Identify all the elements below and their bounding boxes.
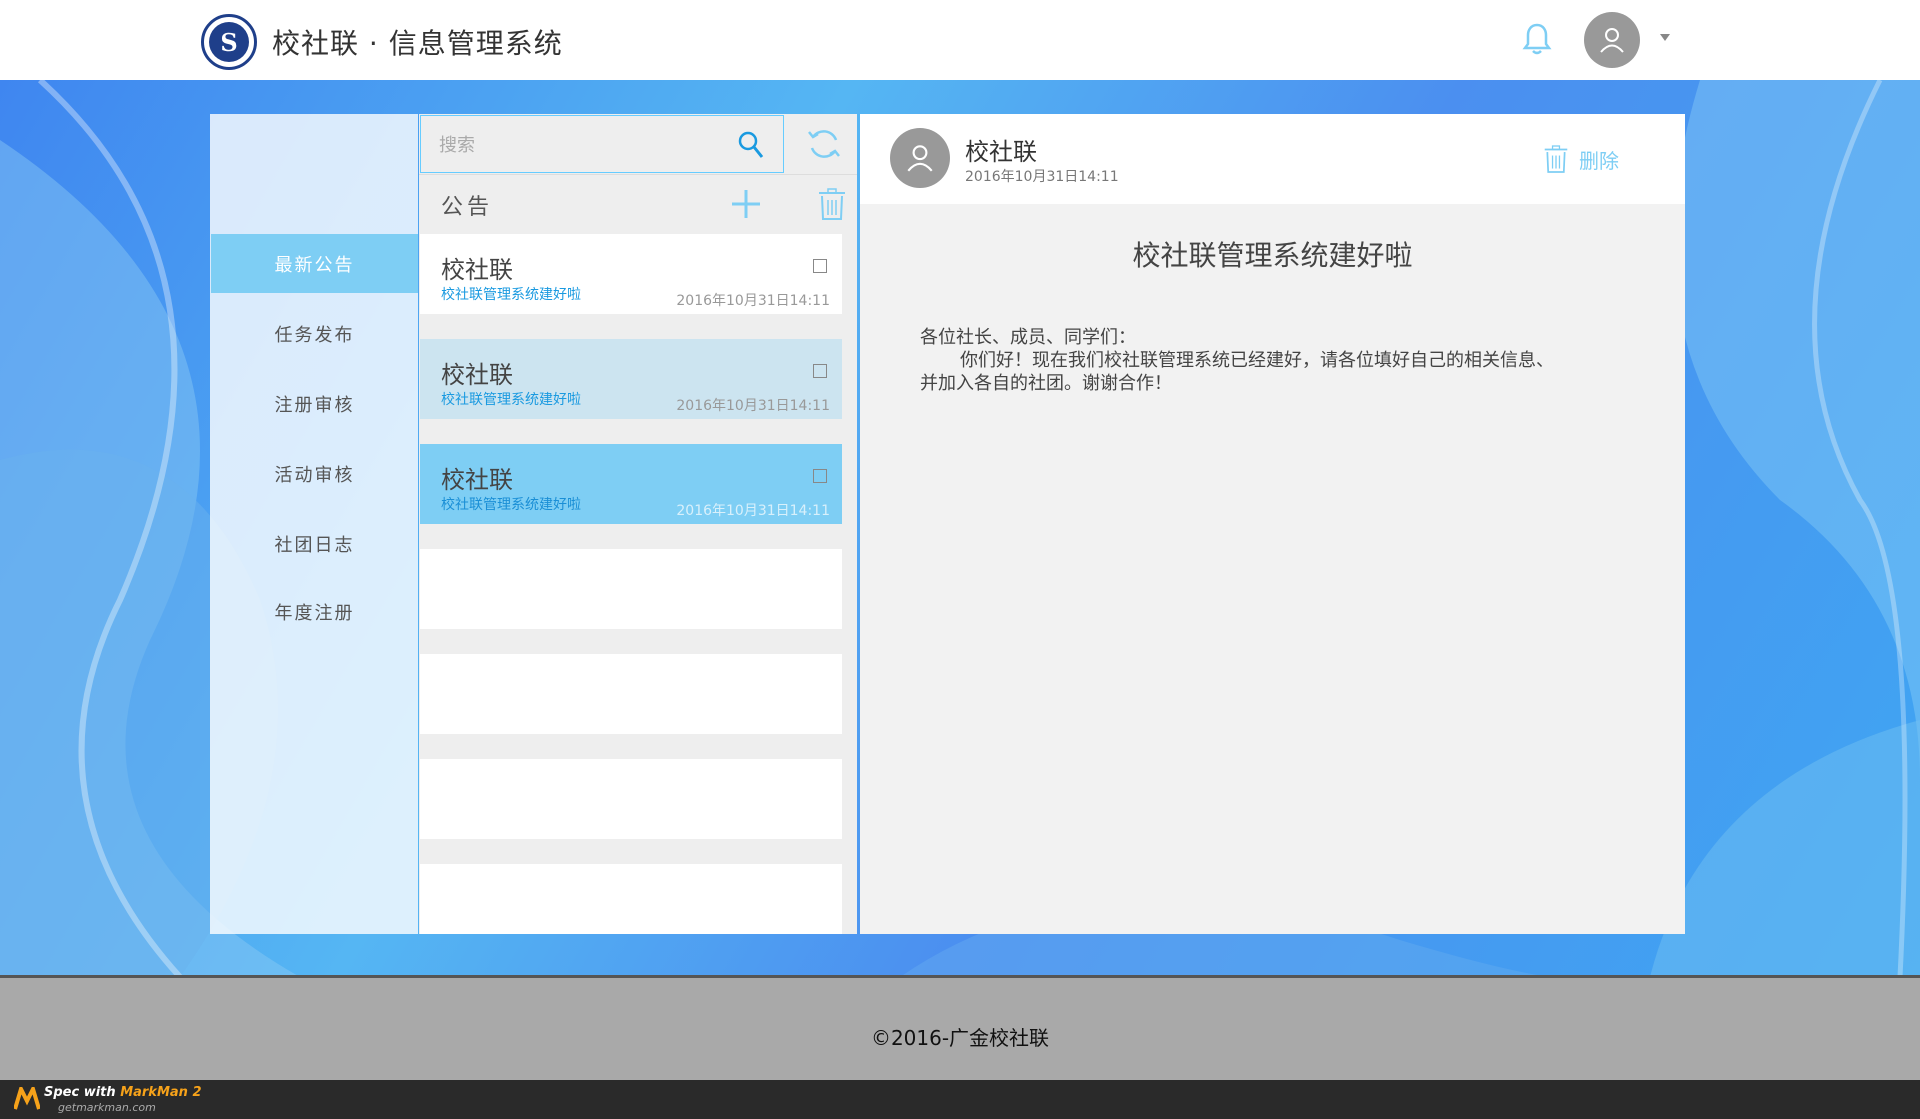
detail-title: 校社联管理系统建好啦 [1132, 239, 1413, 272]
item-checkbox[interactable] [813, 259, 827, 273]
item-time: 2016年10月31日14:11 [676, 293, 830, 309]
top-header: S 校社联 · 信息管理系统 [0, 0, 1920, 80]
search-icon[interactable] [737, 130, 765, 160]
item-title: 校社联 [441, 361, 513, 389]
detail-body: 各位社长、成员、同学们： 你们好！现在我们校社联管理系统已经建好，请各位填好自己… [920, 326, 1640, 395]
watermark-url: getmarkman.com [58, 1101, 156, 1114]
list-item[interactable]: 校社联 校社联管理系统建好啦 2016年10月31日14:11 [420, 444, 842, 524]
item-checkbox[interactable] [813, 469, 827, 483]
announcement-detail: 校社联 2016年10月31日14:11 删除 校社联管理系统建好啦 各位社长、… [860, 114, 1685, 934]
add-icon[interactable] [729, 187, 763, 221]
announcement-list-column: 公告 校社联 校社联管理系统建好啦 2016年10月31日14:11 [419, 114, 1067, 934]
detail-time: 2016年10月31日14:11 [965, 169, 1119, 185]
sidebar-item-activity-review[interactable]: 活动审核 [211, 444, 418, 503]
detail-author: 校社联 [965, 138, 1037, 166]
bell-icon[interactable] [1522, 22, 1552, 56]
delete-button[interactable]: 删除 [1543, 142, 1619, 176]
sidebar-item-latest-announcement[interactable]: 最新公告 [211, 234, 418, 293]
detail-greeting: 各位社长、成员、同学们： [920, 327, 1136, 348]
author-avatar [890, 128, 950, 188]
empty-list-row [420, 759, 842, 839]
detail-paragraph: 并加入各自的社团。谢谢合作！ [920, 373, 1172, 394]
item-subtitle: 校社联管理系统建好啦 [441, 392, 581, 408]
item-time: 2016年10月31日14:11 [676, 503, 830, 519]
sidebar-item-task-publish[interactable]: 任务发布 [211, 304, 418, 363]
unread-marker [420, 234, 427, 314]
markman-logo-icon [14, 1087, 40, 1110]
search-box [420, 115, 784, 173]
caret-down-icon[interactable] [1660, 34, 1670, 41]
item-subtitle: 校社联管理系统建好啦 [441, 497, 581, 513]
watermark-prefix: Spec with [44, 1085, 121, 1100]
item-subtitle: 校社联管理系统建好啦 [441, 287, 581, 303]
sidebar-item-club-log[interactable]: 社团日志 [211, 514, 418, 573]
avatar-icon [907, 145, 933, 172]
logo-letter: S [209, 22, 249, 62]
sidebar-item-registration-review[interactable]: 注册审核 [211, 374, 418, 433]
sidebar-item-annual-registration[interactable]: 年度注册 [211, 582, 418, 641]
watermark-text: Spec with MarkMan 2 [44, 1085, 202, 1100]
app-title: 校社联 · 信息管理系统 [272, 27, 563, 60]
empty-list-row [420, 549, 842, 629]
list-item[interactable]: 校社联 校社联管理系统建好啦 2016年10月31日14:11 [420, 339, 842, 419]
trash-icon [1544, 145, 1568, 173]
list-header: 公告 [419, 174, 857, 232]
announcement-list: 校社联 校社联管理系统建好啦 2016年10月31日14:11 校社联 校社联管… [420, 234, 842, 934]
watermark-bar: Spec with MarkMan 2 getmarkman.com [0, 1080, 1920, 1119]
trash-icon[interactable] [817, 187, 847, 221]
item-checkbox[interactable] [813, 364, 827, 378]
item-title: 校社联 [441, 466, 513, 494]
avatar-icon [1600, 28, 1624, 53]
delete-label: 删除 [1579, 148, 1619, 173]
empty-list-row [420, 654, 842, 734]
empty-list-row [420, 864, 842, 934]
school-logo: S [201, 14, 257, 70]
app-panel: 最新公告 任务发布 注册审核 活动审核 社团日志 年度注册 公告 [210, 114, 1685, 934]
detail-header: 校社联 2016年10月31日14:11 删除 [860, 114, 1685, 204]
item-title: 校社联 [441, 256, 513, 284]
sidebar: 最新公告 任务发布 注册审核 活动审核 社团日志 年度注册 [210, 114, 418, 934]
watermark-brand: MarkMan 2 [120, 1085, 202, 1100]
footer: ©2016-广金校社联 [0, 975, 1920, 1080]
copyright: ©2016-广金校社联 [870, 1026, 1050, 1050]
detail-paragraph: 你们好！现在我们校社联管理系统已经建好，请各位填好自己的相关信息、 [960, 350, 1554, 371]
refresh-icon[interactable] [806, 126, 842, 162]
item-time: 2016年10月31日14:11 [676, 398, 830, 414]
user-avatar[interactable] [1584, 12, 1640, 68]
search-input[interactable] [439, 130, 719, 160]
list-item[interactable]: 校社联 校社联管理系统建好啦 2016年10月31日14:11 [420, 234, 842, 314]
list-title: 公告 [441, 195, 494, 220]
